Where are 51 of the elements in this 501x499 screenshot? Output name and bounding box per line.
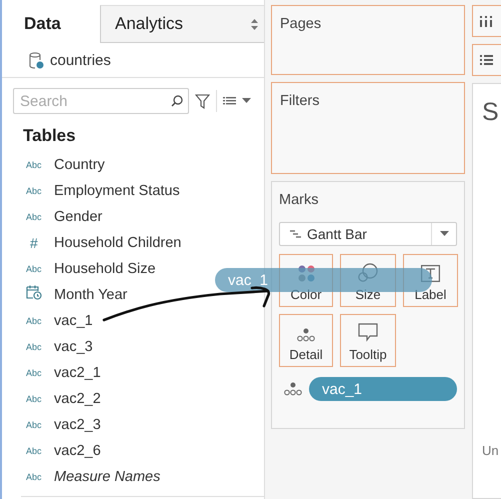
field-name[interactable]: Employment Status: [54, 183, 180, 199]
detail-icon: [296, 328, 316, 342]
string-type-icon: Abc: [26, 368, 54, 378]
field-name[interactable]: Gender: [54, 209, 102, 225]
calendar-clock-icon: [26, 285, 42, 300]
panel-tab[interactable]: Analytics: [100, 5, 264, 43]
field-name[interactable]: vac_1: [54, 313, 93, 329]
string-type-icon: Abc: [26, 420, 54, 430]
detail-icon: [283, 382, 303, 396]
string-type-icon: Abc: [26, 212, 54, 222]
field-name[interactable]: vac_3: [54, 339, 93, 355]
field-name[interactable]: Country: [54, 157, 105, 173]
tooltip-icon: [358, 323, 378, 342]
sheet-title: S: [482, 98, 500, 127]
rows-icon: [480, 54, 493, 66]
caret-icon[interactable]: [440, 231, 448, 237]
string-type-icon: Abc: [26, 472, 54, 482]
filters-shelf[interactable]: Filters: [271, 82, 465, 174]
field-name[interactable]: vac2_3: [54, 417, 101, 433]
string-type-icon: Abc: [26, 342, 54, 352]
field-name[interactable]: Household Children: [54, 235, 182, 251]
string-type-icon: Abc: [26, 186, 54, 196]
detail-button[interactable]: Detail: [279, 314, 333, 367]
mark-type-dropdown[interactable]: Gantt Bar: [279, 222, 457, 246]
sort-icon[interactable]: [251, 18, 258, 30]
gantt-icon: [290, 230, 301, 238]
pages-shelf[interactable]: Pages: [271, 5, 465, 75]
caret-icon[interactable]: [242, 98, 251, 104]
field-name[interactable]: vac2_1: [54, 365, 101, 381]
string-type-icon: Abc: [26, 394, 54, 404]
string-type-icon: Abc: [26, 446, 54, 456]
field-name[interactable]: Household Size: [54, 261, 156, 277]
field-name[interactable]: Measure Names: [54, 469, 160, 485]
string-type-icon: Abc: [26, 160, 54, 170]
filter-icon[interactable]: [195, 94, 210, 108]
columns-icon: [480, 16, 493, 26]
view-footer-text: Un: [482, 443, 500, 458]
marks-title: Marks: [279, 192, 320, 208]
field-name[interactable]: vac2_6: [54, 443, 101, 459]
number-type-icon: #: [26, 235, 54, 251]
field-name[interactable]: vac2_2: [54, 391, 101, 407]
search-field[interactable]: Search: [13, 88, 189, 114]
tables-heading: Tables: [22, 125, 77, 147]
search-icon: [171, 95, 183, 107]
database-icon: [29, 52, 44, 68]
list-view-icon[interactable]: [223, 96, 236, 106]
data-source-name[interactable]: countries: [50, 52, 111, 68]
field-name[interactable]: Month Year: [54, 287, 128, 303]
string-type-icon: Abc: [26, 264, 54, 274]
tooltip-button[interactable]: Tooltip: [340, 314, 396, 367]
string-type-icon: Abc: [26, 316, 54, 326]
